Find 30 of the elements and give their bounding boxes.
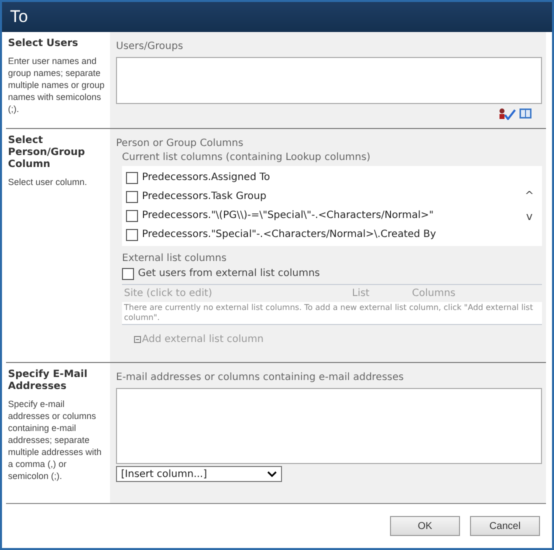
email-field[interactable] [116, 388, 542, 464]
scroll-down-button[interactable]: v [524, 210, 534, 223]
group-label: Person or Group Columns [116, 137, 244, 151]
column-option[interactable]: Predecessors."\(PG\\)-=\"Special\"-.<Characters/Normal>" [126, 206, 513, 225]
list-label: Current list columns (containing Lookup columns) [122, 151, 372, 165]
external-label: External list columns [122, 252, 228, 266]
section-description: Select user column. [8, 176, 88, 188]
scroll-up-button[interactable]: ^ [524, 189, 534, 202]
chevron-down-icon [267, 471, 277, 477]
check-names-icon[interactable] [498, 108, 516, 120]
section-title: Select Person/Group Column [8, 135, 86, 171]
field-label: E-mail addresses or columns containing e-mail addresses [116, 371, 405, 385]
dialog-button[interactable]: OK [390, 516, 460, 536]
dialog-button[interactable]: Cancel [470, 516, 540, 536]
users-field[interactable] [116, 57, 542, 104]
address-book-icon[interactable] [519, 108, 532, 119]
section-description: Enter user names and group names; separate multiple names or group names with semicolons (;). [8, 55, 106, 115]
section-title: Select Users [8, 38, 80, 50]
column-option[interactable]: Predecessors.Assigned To [126, 168, 513, 187]
insert-column-dropdown[interactable]: [Insert column...] [116, 466, 282, 482]
column-option[interactable]: Predecessors."Special"-.<Characters/Normal>\.Created By [126, 225, 513, 244]
section-description: Specify e-mail addresses or columns containing e-mail addresses; separate multiple addresses with a comma (,) or semicolon (;). [8, 398, 103, 482]
section-title: Specify E-Mail Addresses [8, 369, 88, 393]
field-label: Users/Groups [116, 40, 184, 54]
window-title: To [10, 7, 28, 27]
column-header: List [352, 288, 370, 299]
column-header: Columns [412, 288, 456, 299]
external-checkbox[interactable]: Get users from external list columns [122, 266, 542, 281]
column-option[interactable]: Predecessors.Task Group [126, 187, 513, 206]
empty-message: There are currently no external list columns. To add a new external list column, click "Add external list column". [122, 302, 542, 325]
